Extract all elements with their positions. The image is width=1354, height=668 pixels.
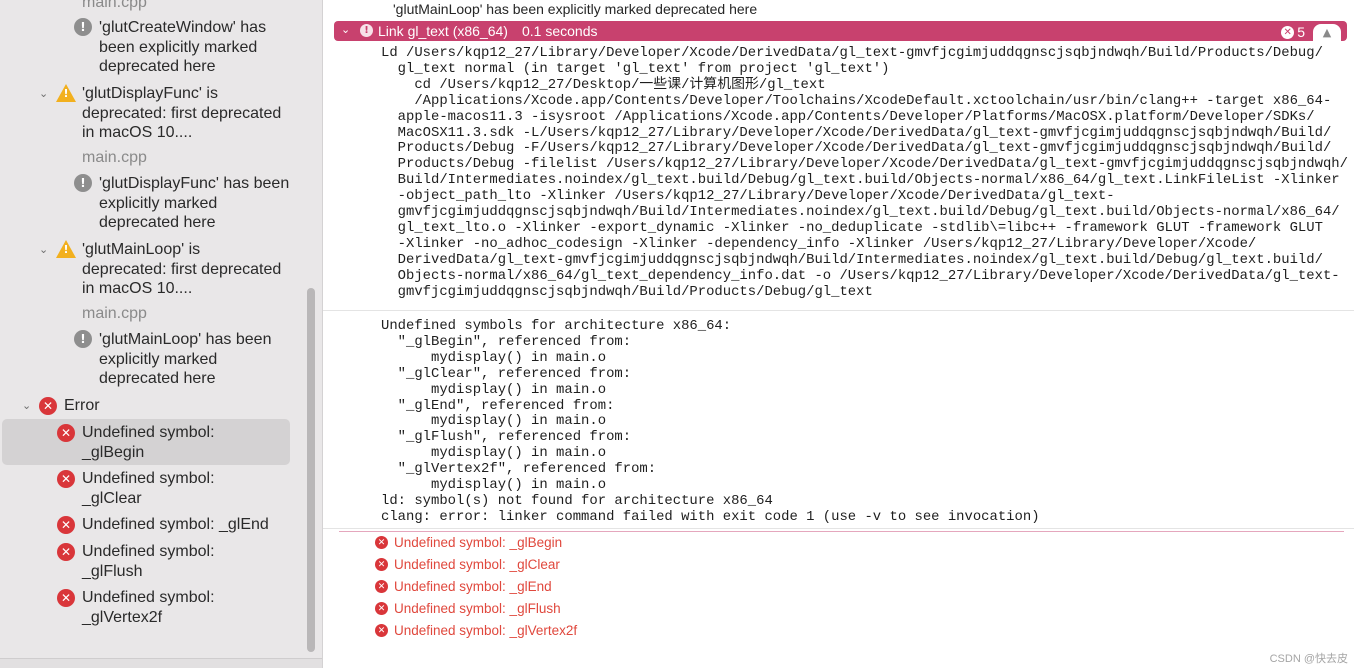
chevron-down-icon[interactable]: ⌄ xyxy=(39,243,51,256)
error-line[interactable]: ✕ Undefined symbol: _glEnd xyxy=(375,579,552,594)
watermark: CSDN @快去皮 xyxy=(1269,653,1348,665)
error-icon: ✕ xyxy=(57,589,75,607)
info-icon: ! xyxy=(74,330,92,348)
file-label[interactable]: main.cpp xyxy=(82,304,147,324)
error-line-text: Undefined symbol: _glClear xyxy=(394,557,560,572)
error-item[interactable]: Undefined symbol: _glBegin xyxy=(82,423,232,462)
error-icon: ✕ xyxy=(1281,25,1295,39)
chevron-down-icon[interactable]: ⌄ xyxy=(22,399,34,412)
error-item[interactable]: Undefined symbol: _glClear xyxy=(82,469,232,508)
error-line-text: Undefined symbol: _glBegin xyxy=(394,535,563,550)
error-line[interactable]: ✕ Undefined symbol: _glFlush xyxy=(375,601,561,616)
note-glutCreateWindow[interactable]: 'glutCreateWindow' has been explicitly m… xyxy=(99,18,299,77)
link-command-text: Ld /Users/kqp12_27/Library/Developer/Xco… xyxy=(381,45,1348,300)
issue-navigator: main.cpp ! 'glutCreateWindow' has been e… xyxy=(0,0,323,668)
error-icon: ✕ xyxy=(375,624,388,637)
divider xyxy=(339,531,1344,532)
chevron-down-icon[interactable]: ⌄ xyxy=(341,23,350,36)
warning-icon: ! xyxy=(56,84,76,102)
error-icon: ✕ xyxy=(375,580,388,593)
error-icon: ✕ xyxy=(57,424,75,442)
exclamation-icon: ! xyxy=(360,24,373,37)
error-count: 5 xyxy=(1297,24,1305,40)
log-message: 'glutMainLoop' has been explicitly marke… xyxy=(393,1,758,17)
error-group-label[interactable]: Error xyxy=(64,396,100,416)
error-icon: ✕ xyxy=(57,516,75,534)
error-line[interactable]: ✕ Undefined symbol: _glClear xyxy=(375,557,560,572)
divider xyxy=(323,528,1354,529)
build-log: 'glutMainLoop' has been explicitly marke… xyxy=(323,0,1354,668)
file-label[interactable]: main.cpp xyxy=(82,0,147,13)
filter-bar[interactable] xyxy=(0,658,322,668)
note-glutDisplayFunc[interactable]: 'glutDisplayFunc' has been explicitly ma… xyxy=(99,174,299,233)
link-step-header[interactable]: ⌄ ! Link gl_text (x86_64) 0.1 seconds ✕ … xyxy=(334,21,1347,41)
link-step-duration: 0.1 seconds xyxy=(522,23,598,39)
error-line[interactable]: ✕ Undefined symbol: _glVertex2f xyxy=(375,623,577,638)
divider xyxy=(323,310,1354,311)
error-line[interactable]: ✕ Undefined symbol: _glBegin xyxy=(375,535,562,550)
error-count-badge: ✕ 5 xyxy=(1281,24,1305,40)
warning-glutMainLoop[interactable]: 'glutMainLoop' is deprecated: first depr… xyxy=(82,240,287,299)
collapse-up-icon[interactable]: ▲ xyxy=(1313,24,1341,41)
chevron-down-icon[interactable]: ⌄ xyxy=(39,87,51,100)
error-icon: ✕ xyxy=(375,558,388,571)
info-icon: ! xyxy=(74,18,92,36)
error-line-text: Undefined symbol: _glEnd xyxy=(394,579,552,594)
link-step-title: Link gl_text (x86_64) xyxy=(378,23,508,39)
error-item[interactable]: Undefined symbol: _glFlush xyxy=(82,542,232,581)
error-icon: ✕ xyxy=(375,602,388,615)
error-line-text: Undefined symbol: _glFlush xyxy=(394,601,561,616)
note-glutMainLoop[interactable]: 'glutMainLoop' has been explicitly marke… xyxy=(99,330,299,389)
file-label[interactable]: main.cpp xyxy=(82,148,147,168)
info-icon: ! xyxy=(74,174,92,192)
warning-glutDisplayFunc[interactable]: 'glutDisplayFunc' is deprecated: first d… xyxy=(82,84,287,143)
error-icon: ✕ xyxy=(57,543,75,561)
sidebar-scrollbar[interactable] xyxy=(307,288,315,652)
undefined-symbols-text: Undefined symbols for architecture x86_6… xyxy=(381,318,1040,525)
error-item[interactable]: Undefined symbol: _glVertex2f xyxy=(82,588,232,627)
error-icon: ✕ xyxy=(39,397,57,415)
error-icon: ✕ xyxy=(57,470,75,488)
error-item[interactable]: Undefined symbol: _glEnd xyxy=(82,515,302,535)
warning-icon: ! xyxy=(56,240,76,258)
error-line-text: Undefined symbol: _glVertex2f xyxy=(394,623,578,638)
error-icon: ✕ xyxy=(375,536,388,549)
